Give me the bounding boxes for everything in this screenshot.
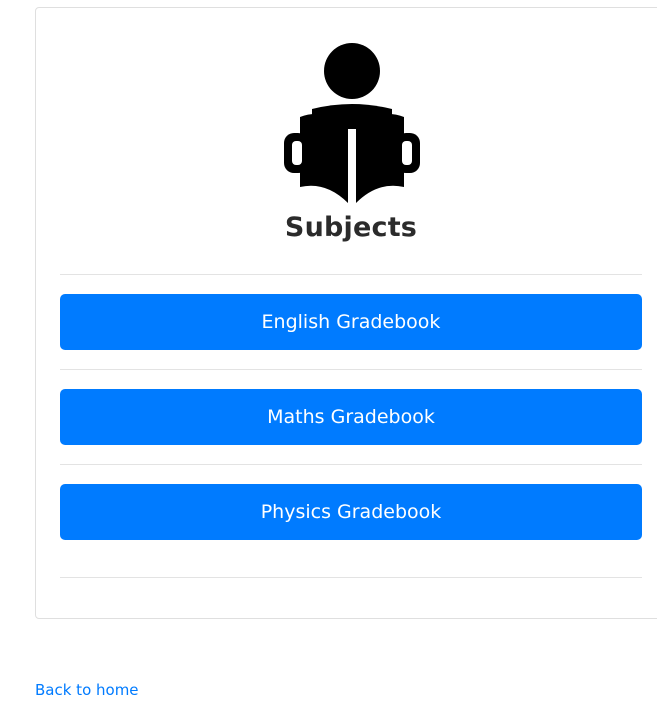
physics-gradebook-button[interactable]: Physics Gradebook: [60, 484, 642, 540]
page-title: Subjects: [284, 212, 418, 243]
divider: [60, 464, 642, 465]
reading-person-icon: [284, 43, 420, 203]
maths-gradebook-button[interactable]: Maths Gradebook: [60, 389, 642, 445]
subjects-card: Subjects English Gradebook Maths Gradebo…: [35, 7, 657, 619]
divider: [60, 274, 642, 275]
english-gradebook-button[interactable]: English Gradebook: [60, 294, 642, 350]
back-to-home-link[interactable]: Back to home: [35, 681, 139, 699]
divider: [60, 369, 642, 370]
divider: [60, 577, 642, 578]
